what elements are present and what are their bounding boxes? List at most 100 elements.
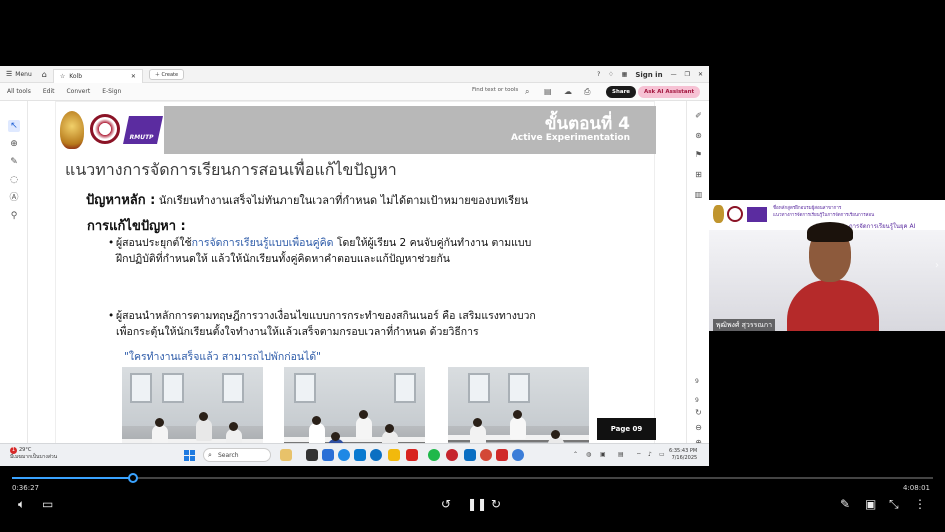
zoom-app-icon[interactable] <box>322 449 334 461</box>
edit-pen-icon[interactable]: ✎ <box>840 497 850 511</box>
progress-scrubber[interactable] <box>128 473 138 483</box>
windows-start-icon[interactable] <box>184 450 195 461</box>
progress-track[interactable] <box>12 477 933 479</box>
acrobat-icon[interactable] <box>496 449 508 461</box>
text-box-icon[interactable]: Ⓐ <box>8 192 20 204</box>
edge-icon[interactable] <box>370 449 382 461</box>
minimize-icon[interactable]: — <box>671 71 677 78</box>
bg-banner-line2: แนวทางการจัดการเรียนรู้ในการจัดการเรียนก… <box>773 213 875 218</box>
task-view-icon[interactable] <box>306 449 318 461</box>
save-icon[interactable]: ▤ <box>544 87 552 96</box>
chrome-icon[interactable] <box>338 449 350 461</box>
menu-esign[interactable]: E-Sign <box>102 88 121 95</box>
rmutp-logo: RMUTP <box>123 116 163 144</box>
weather-temp: 29°C <box>19 447 32 453</box>
tray-chevron-icon[interactable]: ⌃ <box>573 451 578 458</box>
sign-in-link[interactable]: Sign in <box>635 71 662 79</box>
exit-fullscreen-icon[interactable]: ⤡ <box>889 497 899 512</box>
problem-label: ปัญหาหลัก : <box>86 193 156 208</box>
apps-grid-icon[interactable]: ▦ <box>622 71 628 78</box>
pen-icon[interactable]: ✎ <box>8 156 20 168</box>
chrome-profile-icon[interactable] <box>480 449 492 461</box>
acrobat-titlebar: ☰ Menu ⌂ ☆ Kolb ✕ ＋ Create ? ♢ ▦ Sign in… <box>0 66 709 83</box>
home-icon[interactable]: ⌂ <box>42 70 47 79</box>
volume-icon[interactable]: 🔈︎ <box>18 497 25 512</box>
presenter-hair <box>807 222 853 242</box>
print-icon[interactable]: ⎙ <box>584 87 590 97</box>
document-tab[interactable]: ☆ Kolb ✕ <box>52 68 143 83</box>
weather-description: มีเมฆมากเป็นบางส่วน <box>10 454 58 460</box>
tab-title: Kolb <box>69 72 83 80</box>
media-icon[interactable] <box>446 449 458 461</box>
presenter-video[interactable]: ชื่อหลักสูตรฝึกอบรมผู้สอนสาขาการ แนวทางก… <box>709 200 945 331</box>
file-explorer-icon[interactable] <box>388 449 400 461</box>
presenter-name: พุฒิพงศ์ สุวรรณกา <box>713 319 776 331</box>
menu-all-tools[interactable]: All tools <box>7 88 31 95</box>
layers-icon[interactable]: ▥ <box>693 189 704 200</box>
slide-banner: RMUTP ขั้นตอนที่ 4 Active Experimentatio… <box>56 106 656 154</box>
tray-app-icon[interactable]: ◍ <box>586 451 591 458</box>
menu-button[interactable]: ☰ Menu <box>6 70 32 78</box>
captions-icon[interactable]: ▭ <box>42 497 53 511</box>
stamp-icon[interactable]: ⚲ <box>8 210 20 222</box>
more-options-icon[interactable]: ⋮ <box>914 497 926 511</box>
taskbar-search[interactable]: Search <box>203 448 271 462</box>
slide-heading: แนวทางการจัดการเรียนการสอนเพื่อแก้ไขปัญห… <box>65 160 397 179</box>
quote-text: "ใครทำงานเสร็จแล้ว สามารถไปพักก่อนได้" <box>124 351 321 363</box>
create-button[interactable]: ＋ Create <box>148 68 185 80</box>
pause-icon[interactable]: ❚❚ <box>467 497 487 511</box>
menu-convert[interactable]: Convert <box>66 88 90 95</box>
menu-edit[interactable]: Edit <box>43 88 55 95</box>
search-icon[interactable]: ⌕ <box>525 87 529 97</box>
picture-in-picture-icon[interactable]: ▣ <box>865 497 876 511</box>
zoom-out-icon[interactable]: ⊖ <box>693 422 704 433</box>
line-icon[interactable] <box>428 449 440 461</box>
bullet-peer-learning: ผู้สอนประยุกต์ใช้การจัดการเรียนรู้แบบเพื… <box>108 235 636 267</box>
bg-gear-emblem-logo <box>727 206 743 222</box>
bullet2-line2: เพื่อกระตุ้นให้นักเรียนตั้งใจทำงานให้แล้… <box>116 326 479 338</box>
weather-widget[interactable]: 1 29°C มีเมฆมากเป็นบางส่วน <box>10 447 57 461</box>
widget-thumbnail-icon[interactable] <box>280 449 292 461</box>
volume-icon[interactable]: ♪ <box>648 451 652 458</box>
current-page-number[interactable]: 9 <box>695 378 699 385</box>
ai-assistant-button[interactable]: Ask AI Assistant <box>638 86 701 98</box>
bullet1-highlight: การจัดการเรียนรู้แบบเพื่อนคู่คิด <box>191 237 334 249</box>
share-button[interactable]: Share <box>606 86 637 98</box>
taskbar-clock[interactable]: 6:35:43 PM 7/16/2025 <box>669 448 697 462</box>
weather-badge: 1 <box>10 447 17 454</box>
rewind-10-icon[interactable]: ↺ <box>441 497 451 511</box>
copilot-icon[interactable] <box>354 449 366 461</box>
attachment-icon[interactable]: ⊞ <box>693 169 704 180</box>
edit-pdf-icon[interactable]: ✐ <box>693 110 704 121</box>
tray-network-icon[interactable]: ▤ <box>618 451 624 458</box>
organize-icon[interactable]: ⊛ <box>693 130 704 141</box>
notification-icon[interactable]: ♢ <box>608 71 613 78</box>
refresh-icon[interactable]: ↻ <box>693 407 704 418</box>
bullet1-end: โดยให้ผู้เรียน 2 คนจับคู่กันทำงาน ตามแบบ <box>333 237 532 249</box>
close-tab-icon[interactable]: ✕ <box>131 73 136 80</box>
close-window-icon[interactable]: ✕ <box>698 71 703 78</box>
royal-emblem-logo <box>60 111 84 149</box>
bg-royal-emblem-logo <box>713 205 724 223</box>
chevron-right-icon[interactable]: › <box>935 260 939 271</box>
lasso-icon[interactable]: ◌ <box>8 174 20 186</box>
comment-icon[interactable]: ⊕ <box>8 138 20 150</box>
select-cursor-icon[interactable]: ↖ <box>8 120 20 132</box>
pdf-page: RMUTP ขั้นตอนที่ 4 Active Experimentatio… <box>55 101 656 466</box>
progress-fill <box>12 477 133 479</box>
battery-icon[interactable]: ▭ <box>659 451 665 458</box>
shared-screen: ☰ Menu ⌂ ☆ Kolb ✕ ＋ Create ? ♢ ▦ Sign in… <box>0 66 709 466</box>
bookmark-icon[interactable]: ⚑ <box>693 149 704 160</box>
tray-zoom-icon[interactable]: ▣ <box>600 451 606 458</box>
netflix-icon[interactable] <box>406 449 418 461</box>
wifi-icon[interactable]: ⌔ <box>636 451 642 459</box>
chrome-alt-icon[interactable] <box>512 449 524 461</box>
help-icon[interactable]: ? <box>597 71 600 78</box>
restore-icon[interactable]: ❐ <box>685 71 690 78</box>
find-tools-input[interactable]: Find text or tools <box>472 87 518 93</box>
total-page-number: 9 <box>695 397 699 404</box>
upload-cloud-icon[interactable]: ☁ <box>564 87 572 96</box>
forward-30-icon[interactable]: ↻ <box>491 497 501 511</box>
rmutp-logo-text: RMUTP <box>128 134 155 141</box>
store-icon[interactable] <box>464 449 476 461</box>
